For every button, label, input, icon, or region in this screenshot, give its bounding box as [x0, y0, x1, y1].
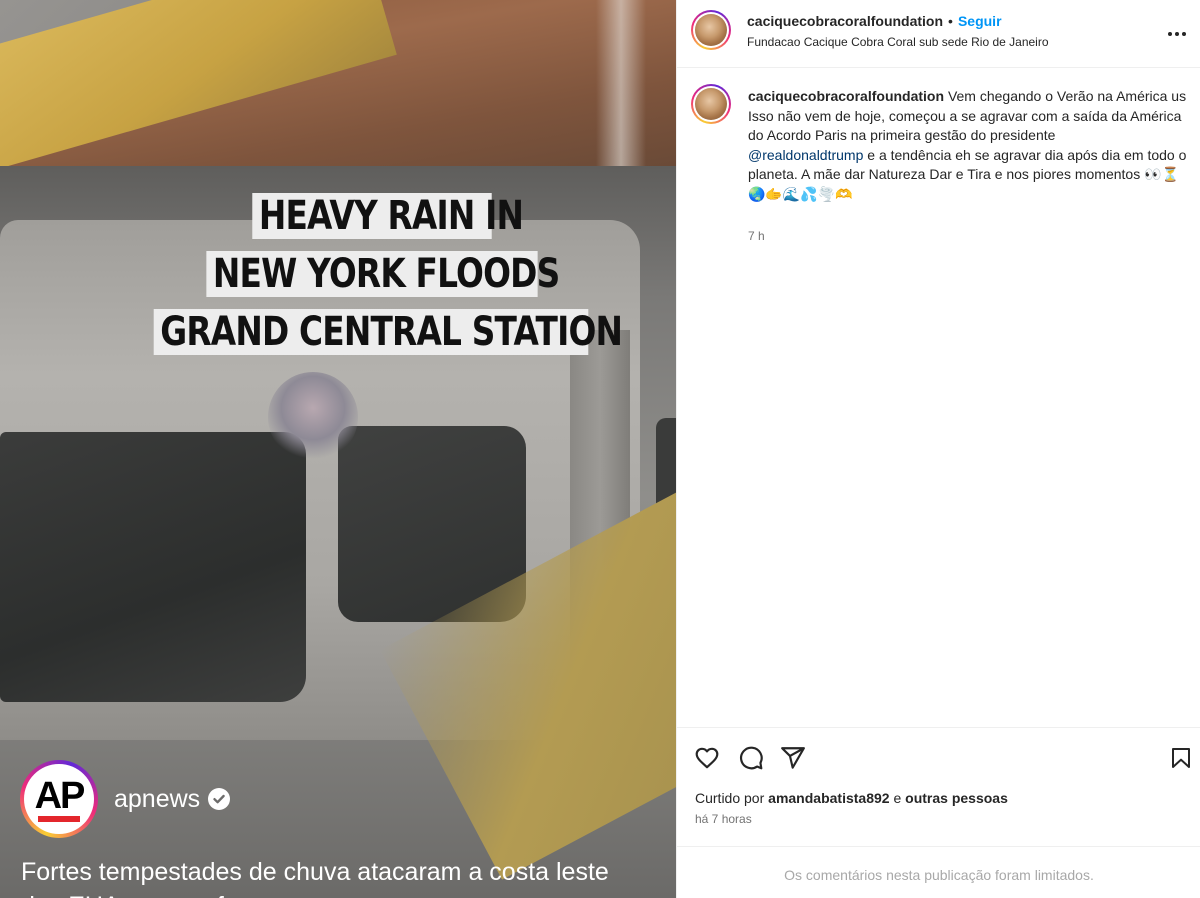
source-username[interactable]: apnews — [114, 785, 200, 814]
caption-text: caciquecobracoralfoundation Vem chegando… — [748, 87, 1188, 204]
divider — [677, 727, 1200, 728]
mention-link[interactable]: @realdonaldtrump — [748, 147, 863, 163]
train-window — [0, 432, 306, 702]
share-icon[interactable] — [779, 744, 807, 772]
caption-time[interactable]: 7 h — [748, 229, 765, 243]
caption-line: Isso não vem de hoje, começou a se agrav… — [748, 107, 1182, 144]
more-icon[interactable] — [1165, 22, 1189, 46]
post-media[interactable]: HEAVY RAIN IN NEW YORK FLOODS GRAND CENT… — [0, 0, 676, 898]
post-sidebar: caciquecobracoralfoundation • Seguir Funda… — [676, 0, 1200, 898]
platform-background — [0, 0, 676, 171]
avatar[interactable] — [691, 10, 731, 50]
header-username[interactable]: caciquecobracoralfoundation — [747, 13, 943, 29]
liked-by: Curtido por amandabatista892 e outras pe… — [695, 790, 1008, 806]
separator-dot: • — [948, 13, 953, 29]
ap-avatar[interactable]: AP — [20, 760, 98, 838]
heart-icon[interactable] — [693, 744, 721, 772]
caption-avatar[interactable] — [691, 84, 731, 124]
action-bar — [677, 740, 1200, 776]
caption-intro: Vem chegando o Verão na América us — [947, 88, 1187, 104]
caption-username[interactable]: caciquecobracoralfoundation — [748, 88, 944, 104]
video-caption-continued: dos EUA, ... ... ... f ... ... ... ... .… — [21, 889, 363, 898]
train-emblem — [268, 372, 358, 462]
follow-button[interactable]: Seguir — [958, 13, 1002, 29]
headline-line: HEAVY RAIN IN — [252, 193, 524, 239]
headline-line: NEW YORK FLOODS — [206, 251, 560, 297]
video-caption: Fortes tempestades de chuva atacaram a c… — [21, 858, 609, 886]
headline-line: GRAND CENTRAL STATION — [153, 309, 623, 355]
post-header: caciquecobracoralfoundation • Seguir Funda… — [677, 0, 1200, 68]
header-location[interactable]: Fundacao Cacique Cobra Coral sub sede Ri… — [747, 35, 1049, 49]
post-timestamp[interactable]: há 7 horas — [695, 812, 752, 826]
liked-by-others[interactable]: outras pessoas — [905, 790, 1008, 806]
comments-limited-notice: Os comentários nesta publicação foram li… — [784, 867, 1094, 883]
ap-logo-text: AP — [34, 774, 86, 817]
comment-icon[interactable] — [737, 744, 765, 772]
liked-by-user[interactable]: amandabatista892 — [768, 790, 889, 806]
save-icon[interactable] — [1167, 744, 1195, 772]
divider — [677, 846, 1200, 847]
source-account[interactable]: AP apnews — [20, 759, 231, 839]
verified-icon — [208, 788, 231, 810]
